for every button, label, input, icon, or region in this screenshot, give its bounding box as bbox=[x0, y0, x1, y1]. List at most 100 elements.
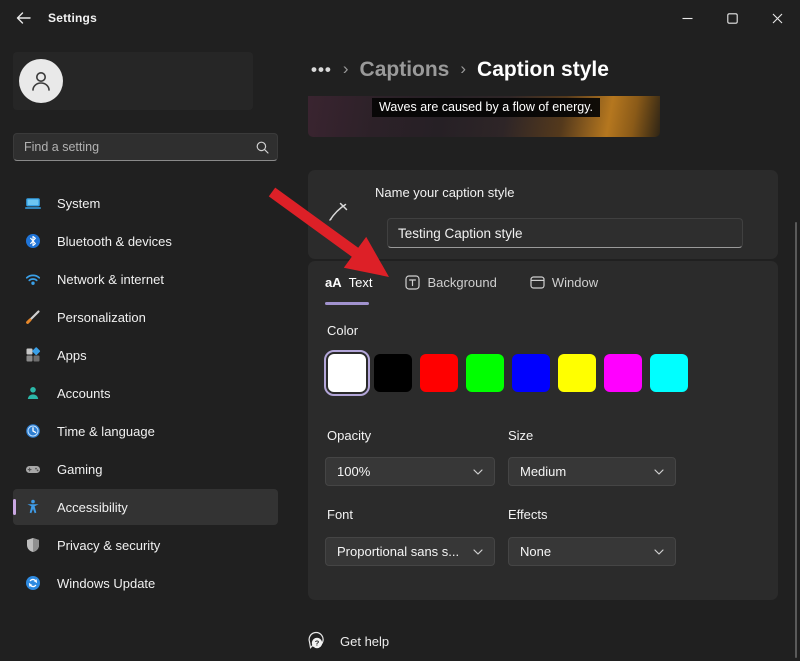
edit-pen-icon bbox=[326, 200, 350, 224]
sidebar-item-label: Bluetooth & devices bbox=[57, 234, 172, 249]
get-help-row[interactable]: ? Get help bbox=[306, 631, 389, 652]
settings-window: Settings bbox=[0, 0, 800, 661]
sidebar-item-label: Accounts bbox=[57, 386, 110, 401]
sidebar-item-label: Accessibility bbox=[57, 500, 128, 515]
maximize-icon bbox=[727, 13, 738, 24]
breadcrumb-captions-link[interactable]: Captions bbox=[360, 58, 450, 82]
sidebar-item-label: System bbox=[57, 196, 100, 211]
app-title: Settings bbox=[48, 11, 97, 25]
back-arrow-icon bbox=[16, 12, 31, 24]
tab-label: Window bbox=[552, 275, 598, 290]
apps-icon bbox=[25, 347, 41, 363]
tab-label: Background bbox=[427, 275, 496, 290]
sidebar-item-label: Windows Update bbox=[57, 576, 155, 591]
chevron-down-icon bbox=[473, 549, 483, 555]
clock-icon bbox=[25, 423, 41, 439]
size-dropdown[interactable]: Medium bbox=[508, 457, 676, 486]
back-button[interactable] bbox=[6, 4, 40, 32]
swatch-cyan[interactable] bbox=[650, 354, 688, 392]
sidebar-item-system[interactable]: System bbox=[13, 185, 278, 221]
caption-preview-video: Waves are caused by a flow of energy. bbox=[308, 96, 660, 137]
font-label: Font bbox=[327, 507, 353, 522]
sidebar-item-windows-update[interactable]: Windows Update bbox=[13, 565, 278, 601]
close-button[interactable] bbox=[755, 0, 800, 36]
tab-background[interactable]: Background bbox=[405, 275, 496, 290]
breadcrumb-separator: › bbox=[460, 59, 466, 81]
text-tab-icon: aA bbox=[325, 275, 342, 290]
search-input[interactable] bbox=[22, 139, 256, 155]
svg-text:?: ? bbox=[315, 639, 320, 648]
size-label: Size bbox=[508, 428, 533, 443]
sidebar-item-label: Network & internet bbox=[57, 272, 164, 287]
chevron-down-icon bbox=[654, 549, 664, 555]
swatch-white[interactable] bbox=[328, 354, 366, 392]
sidebar-item-label: Apps bbox=[57, 348, 87, 363]
chevron-down-icon bbox=[654, 469, 664, 475]
caption-name-input[interactable] bbox=[387, 218, 743, 248]
caption-name-card: Name your caption style bbox=[308, 170, 778, 259]
page-title: Caption style bbox=[477, 58, 609, 82]
opacity-value: 100% bbox=[337, 464, 473, 479]
vertical-scrollbar[interactable] bbox=[795, 222, 797, 658]
font-value: Proportional sans s... bbox=[337, 544, 473, 559]
search-box[interactable] bbox=[13, 133, 278, 161]
swatch-yellow[interactable] bbox=[558, 354, 596, 392]
sidebar-nav: System Bluetooth & devices Network & int… bbox=[13, 185, 278, 603]
shield-icon bbox=[25, 537, 41, 553]
maximize-button[interactable] bbox=[710, 0, 755, 36]
bluetooth-icon bbox=[25, 233, 41, 249]
swatch-magenta[interactable] bbox=[604, 354, 642, 392]
sidebar-item-gaming[interactable]: Gaming bbox=[13, 451, 278, 487]
sidebar-item-label: Gaming bbox=[57, 462, 103, 477]
opacity-dropdown[interactable]: 100% bbox=[325, 457, 495, 486]
sidebar-item-bluetooth[interactable]: Bluetooth & devices bbox=[13, 223, 278, 259]
account-row[interactable] bbox=[13, 52, 253, 110]
swatch-green[interactable] bbox=[466, 354, 504, 392]
selected-accent-pill bbox=[13, 499, 16, 515]
swatch-red[interactable] bbox=[420, 354, 458, 392]
breadcrumb: ••• › Captions › Caption style bbox=[311, 53, 609, 87]
close-icon bbox=[772, 13, 783, 24]
window-tab-icon bbox=[530, 275, 545, 290]
active-tab-underline bbox=[325, 302, 369, 305]
sidebar-item-time-language[interactable]: Time & language bbox=[13, 413, 278, 449]
tab-window[interactable]: Window bbox=[530, 275, 598, 290]
titlebar: Settings bbox=[0, 0, 800, 36]
sidebar-item-personalization[interactable]: Personalization bbox=[13, 299, 278, 335]
sidebar-item-label: Privacy & security bbox=[57, 538, 160, 553]
style-tabs: aA Text Background Window bbox=[325, 275, 631, 290]
minimize-icon bbox=[682, 13, 693, 24]
sidebar-item-apps[interactable]: Apps bbox=[13, 337, 278, 373]
sidebar-item-label: Personalization bbox=[57, 310, 146, 325]
color-section-label: Color bbox=[327, 323, 358, 338]
background-tab-icon bbox=[405, 275, 420, 290]
sidebar-item-network[interactable]: Network & internet bbox=[13, 261, 278, 297]
person-icon bbox=[28, 68, 54, 94]
swatch-blue[interactable] bbox=[512, 354, 550, 392]
tab-text[interactable]: aA Text bbox=[325, 275, 372, 290]
opacity-label: Opacity bbox=[327, 428, 371, 443]
font-dropdown[interactable]: Proportional sans s... bbox=[325, 537, 495, 566]
sidebar-item-accessibility[interactable]: Accessibility bbox=[13, 489, 278, 525]
window-controls bbox=[665, 0, 800, 36]
effects-value: None bbox=[520, 544, 654, 559]
color-swatch-row bbox=[328, 354, 688, 392]
accessibility-icon bbox=[25, 499, 41, 515]
sidebar-item-label: Time & language bbox=[57, 424, 155, 439]
caption-name-label: Name your caption style bbox=[375, 185, 514, 200]
sidebar-item-privacy[interactable]: Privacy & security bbox=[13, 527, 278, 563]
breadcrumb-ellipsis-button[interactable]: ••• bbox=[311, 65, 332, 75]
wifi-icon bbox=[25, 271, 41, 287]
breadcrumb-separator: › bbox=[343, 59, 349, 81]
sidebar-item-accounts[interactable]: Accounts bbox=[13, 375, 278, 411]
system-icon bbox=[25, 195, 41, 211]
effects-label: Effects bbox=[508, 507, 548, 522]
chevron-down-icon bbox=[473, 469, 483, 475]
tab-label: Text bbox=[349, 275, 373, 290]
update-icon bbox=[25, 575, 41, 591]
minimize-button[interactable] bbox=[665, 0, 710, 36]
swatch-black[interactable] bbox=[374, 354, 412, 392]
size-value: Medium bbox=[520, 464, 654, 479]
effects-dropdown[interactable]: None bbox=[508, 537, 676, 566]
search-icon bbox=[256, 141, 269, 154]
